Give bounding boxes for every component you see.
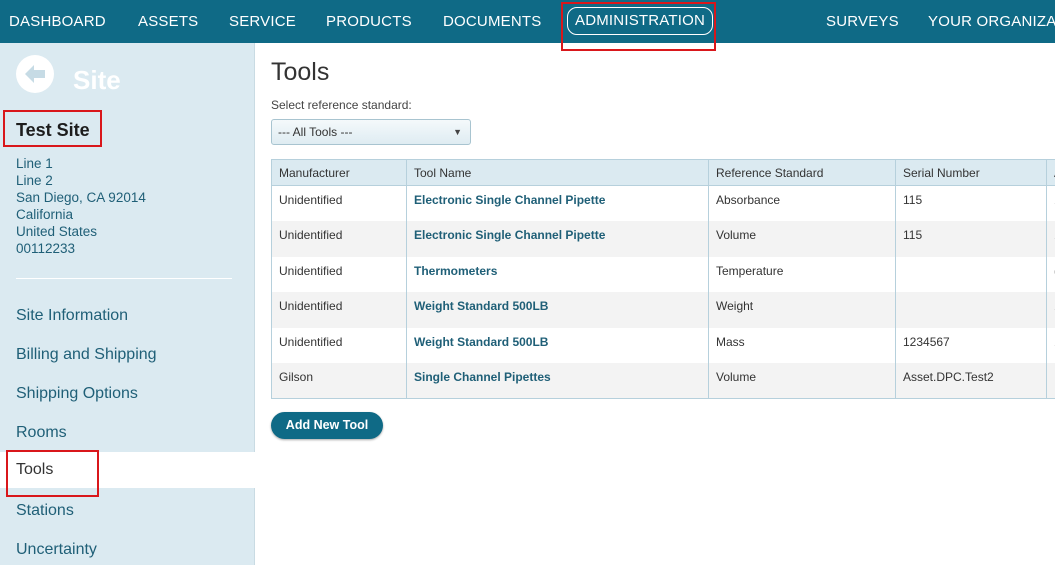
address-line: United States <box>16 224 98 239</box>
column-header-manufacturer[interactable]: Manufacturer <box>271 159 407 186</box>
column-header-tool-name[interactable]: Tool Name <box>406 159 709 186</box>
top-nav: DASHBOARD ASSETS SERVICE PRODUCTS DOCUME… <box>0 0 1055 43</box>
table-header-row: Manufacturer Tool Name Reference Standar… <box>271 159 1055 186</box>
nav-surveys[interactable]: SURVEYS <box>826 0 899 43</box>
cell-serial-number: Asset.DPC.Test2 <box>895 363 1047 399</box>
tool-name-link[interactable]: Single Channel Pipettes <box>406 363 709 399</box>
cell-truncated: 1 <box>1046 221 1055 257</box>
sidebar: Site Test Site Line 1 Line 2 San Diego, … <box>0 43 256 565</box>
sidebar-item-shipping-options[interactable]: Shipping Options <box>0 374 255 413</box>
column-header-reference-standard[interactable]: Reference Standard <box>708 159 896 186</box>
cell-manufacturer: Unidentified <box>271 185 407 221</box>
column-header-truncated[interactable]: A <box>1046 159 1055 186</box>
site-name: Test Site <box>16 120 90 140</box>
nav-service[interactable]: SERVICE <box>229 0 296 43</box>
sidebar-menu: Site Information Billing and Shipping Sh… <box>0 296 256 565</box>
sidebar-item-billing-and-shipping[interactable]: Billing and Shipping <box>0 335 255 374</box>
page-title: Tools <box>271 58 330 86</box>
nav-administration[interactable]: ADMINISTRATION <box>567 0 714 43</box>
cell-manufacturer: Unidentified <box>271 221 407 257</box>
address-line: California <box>16 207 74 222</box>
nav-assets[interactable]: ASSETS <box>138 0 198 43</box>
cell-serial-number <box>895 256 1047 292</box>
reference-standard-label: Select reference standard: <box>271 98 412 112</box>
cell-manufacturer: Unidentified <box>271 256 407 292</box>
nav-products[interactable]: PRODUCTS <box>326 0 412 43</box>
sidebar-item-site-information[interactable]: Site Information <box>0 296 255 335</box>
cell-serial-number: 1234567 <box>895 327 1047 363</box>
cell-truncated: 1 <box>1046 292 1055 328</box>
nav-administration-label: ADMINISTRATION <box>567 7 714 35</box>
table-row: Unidentified Electronic Single Channel P… <box>271 221 1055 257</box>
sidebar-item-tools[interactable]: Tools <box>0 452 256 488</box>
address-line: 00112233 <box>16 241 76 256</box>
cell-reference-standard: Mass <box>708 327 896 363</box>
cell-serial-number: 115 <box>895 185 1047 221</box>
cell-reference-standard: Volume <box>708 363 896 399</box>
address-line: San Diego, CA 92014 <box>16 190 146 205</box>
cell-serial-number <box>895 292 1047 328</box>
tool-name-link[interactable]: Thermometers <box>406 256 709 292</box>
back-button[interactable] <box>16 55 54 93</box>
nav-dashboard[interactable]: DASHBOARD <box>9 0 106 43</box>
add-new-tool-button[interactable]: Add New Tool <box>271 412 383 439</box>
tool-name-link[interactable]: Electronic Single Channel Pipette <box>406 221 709 257</box>
column-header-serial-number[interactable]: Serial Number <box>895 159 1047 186</box>
reference-standard-select[interactable]: --- All Tools --- ▼ <box>271 119 471 145</box>
sidebar-item-stations[interactable]: Stations <box>0 491 255 530</box>
tool-name-link[interactable]: Weight Standard 500LB <box>406 327 709 363</box>
table-row: Gilson Single Channel Pipettes Volume As… <box>271 363 1055 399</box>
table-row: Unidentified Electronic Single Channel P… <box>271 185 1055 221</box>
cell-manufacturer: Unidentified <box>271 327 407 363</box>
cell-manufacturer: Unidentified <box>271 292 407 328</box>
reference-standard-value: --- All Tools --- <box>278 125 353 139</box>
site-address: Line 1 Line 2 San Diego, CA 92014 Califo… <box>16 155 146 257</box>
cell-reference-standard: Volume <box>708 221 896 257</box>
address-line: Line 2 <box>16 173 53 188</box>
cell-truncated: ( <box>1046 256 1055 292</box>
cell-reference-standard: Absorbance <box>708 185 896 221</box>
cell-truncated: 1 <box>1046 185 1055 221</box>
cell-truncated: 1 <box>1046 327 1055 363</box>
tool-name-link[interactable]: Weight Standard 500LB <box>406 292 709 328</box>
cell-manufacturer: Gilson <box>271 363 407 399</box>
nav-your-organization[interactable]: YOUR ORGANIZATION <box>928 0 1055 43</box>
table-row: Unidentified Weight Standard 500LB Weigh… <box>271 292 1055 328</box>
sidebar-title: Site <box>73 65 121 95</box>
cell-truncated <box>1046 363 1055 399</box>
nav-documents[interactable]: DOCUMENTS <box>443 0 541 43</box>
cell-serial-number: 115 <box>895 221 1047 257</box>
cell-reference-standard: Weight <box>708 292 896 328</box>
cell-reference-standard: Temperature <box>708 256 896 292</box>
tools-table: Manufacturer Tool Name Reference Standar… <box>271 159 1055 399</box>
table-row: Unidentified Thermometers Temperature ( <box>271 256 1055 292</box>
sidebar-item-rooms[interactable]: Rooms <box>0 413 255 452</box>
address-line: Line 1 <box>16 156 53 171</box>
chevron-down-icon: ▼ <box>453 127 462 137</box>
table-row: Unidentified Weight Standard 500LB Mass … <box>271 327 1055 363</box>
sidebar-divider <box>16 278 232 279</box>
sidebar-item-uncertainty[interactable]: Uncertainty <box>0 530 255 565</box>
back-arrow-icon <box>25 65 45 83</box>
tool-name-link[interactable]: Electronic Single Channel Pipette <box>406 185 709 221</box>
